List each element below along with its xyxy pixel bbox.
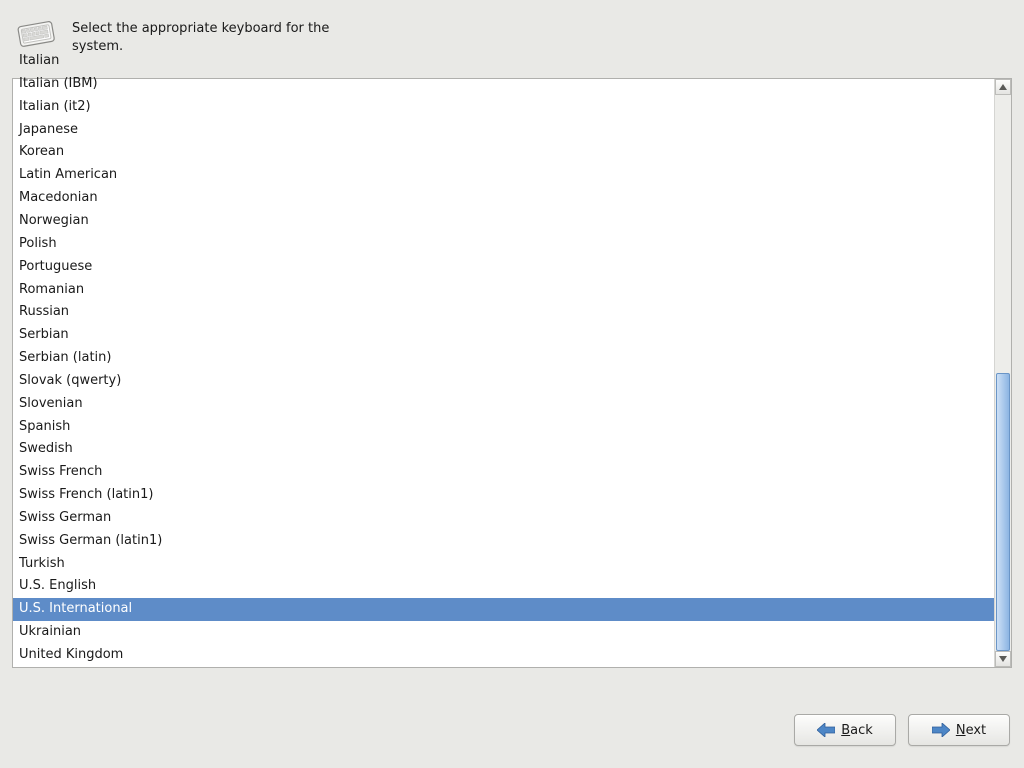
- list-item[interactable]: Romanian: [13, 279, 994, 302]
- list-item[interactable]: Polish: [13, 233, 994, 256]
- arrow-right-icon: [932, 723, 950, 737]
- list-item[interactable]: Korean: [13, 141, 994, 164]
- list-item[interactable]: U.S. International: [13, 598, 994, 621]
- list-item[interactable]: United Kingdom: [13, 644, 994, 667]
- arrow-left-icon: [817, 723, 835, 737]
- list-item[interactable]: Japanese: [13, 119, 994, 142]
- list-item[interactable]: Italian (it2): [13, 96, 994, 119]
- next-button-label: Next: [956, 723, 986, 738]
- scrollbar-thumb[interactable]: [996, 373, 1010, 651]
- list-item[interactable]: Macedonian: [13, 187, 994, 210]
- keyboard-icon: [14, 16, 58, 50]
- list-item[interactable]: Russian: [13, 301, 994, 324]
- list-item[interactable]: Swiss French: [13, 461, 994, 484]
- list-item[interactable]: Turkish: [13, 553, 994, 576]
- list-item[interactable]: Swedish: [13, 438, 994, 461]
- scroll-up-button[interactable]: [995, 79, 1011, 95]
- list-item[interactable]: Spanish: [13, 416, 994, 439]
- scroll-down-button[interactable]: [995, 651, 1011, 667]
- scrollbar-track[interactable]: [995, 95, 1011, 651]
- list-item[interactable]: Swiss German: [13, 507, 994, 530]
- list-item[interactable]: Serbian (latin): [13, 347, 994, 370]
- keyboard-list[interactable]: ItalianItalian (IBM)Italian (it2)Japanes…: [12, 78, 1012, 668]
- list-item[interactable]: Serbian: [13, 324, 994, 347]
- next-button[interactable]: Next: [908, 714, 1010, 746]
- list-item[interactable]: Italian: [13, 50, 994, 73]
- list-item[interactable]: Latin American: [13, 164, 994, 187]
- list-item[interactable]: Norwegian: [13, 210, 994, 233]
- list-item[interactable]: Swiss French (latin1): [13, 484, 994, 507]
- back-button[interactable]: Back: [794, 714, 896, 746]
- list-item[interactable]: Ukrainian: [13, 621, 994, 644]
- list-item[interactable]: Portuguese: [13, 256, 994, 279]
- back-button-label: Back: [841, 723, 873, 738]
- list-item[interactable]: Slovenian: [13, 393, 994, 416]
- list-item[interactable]: Italian (IBM): [13, 73, 994, 96]
- list-item[interactable]: Swiss German (latin1): [13, 530, 994, 553]
- list-item[interactable]: U.S. English: [13, 575, 994, 598]
- scrollbar[interactable]: [994, 79, 1011, 667]
- list-item[interactable]: Slovak (qwerty): [13, 370, 994, 393]
